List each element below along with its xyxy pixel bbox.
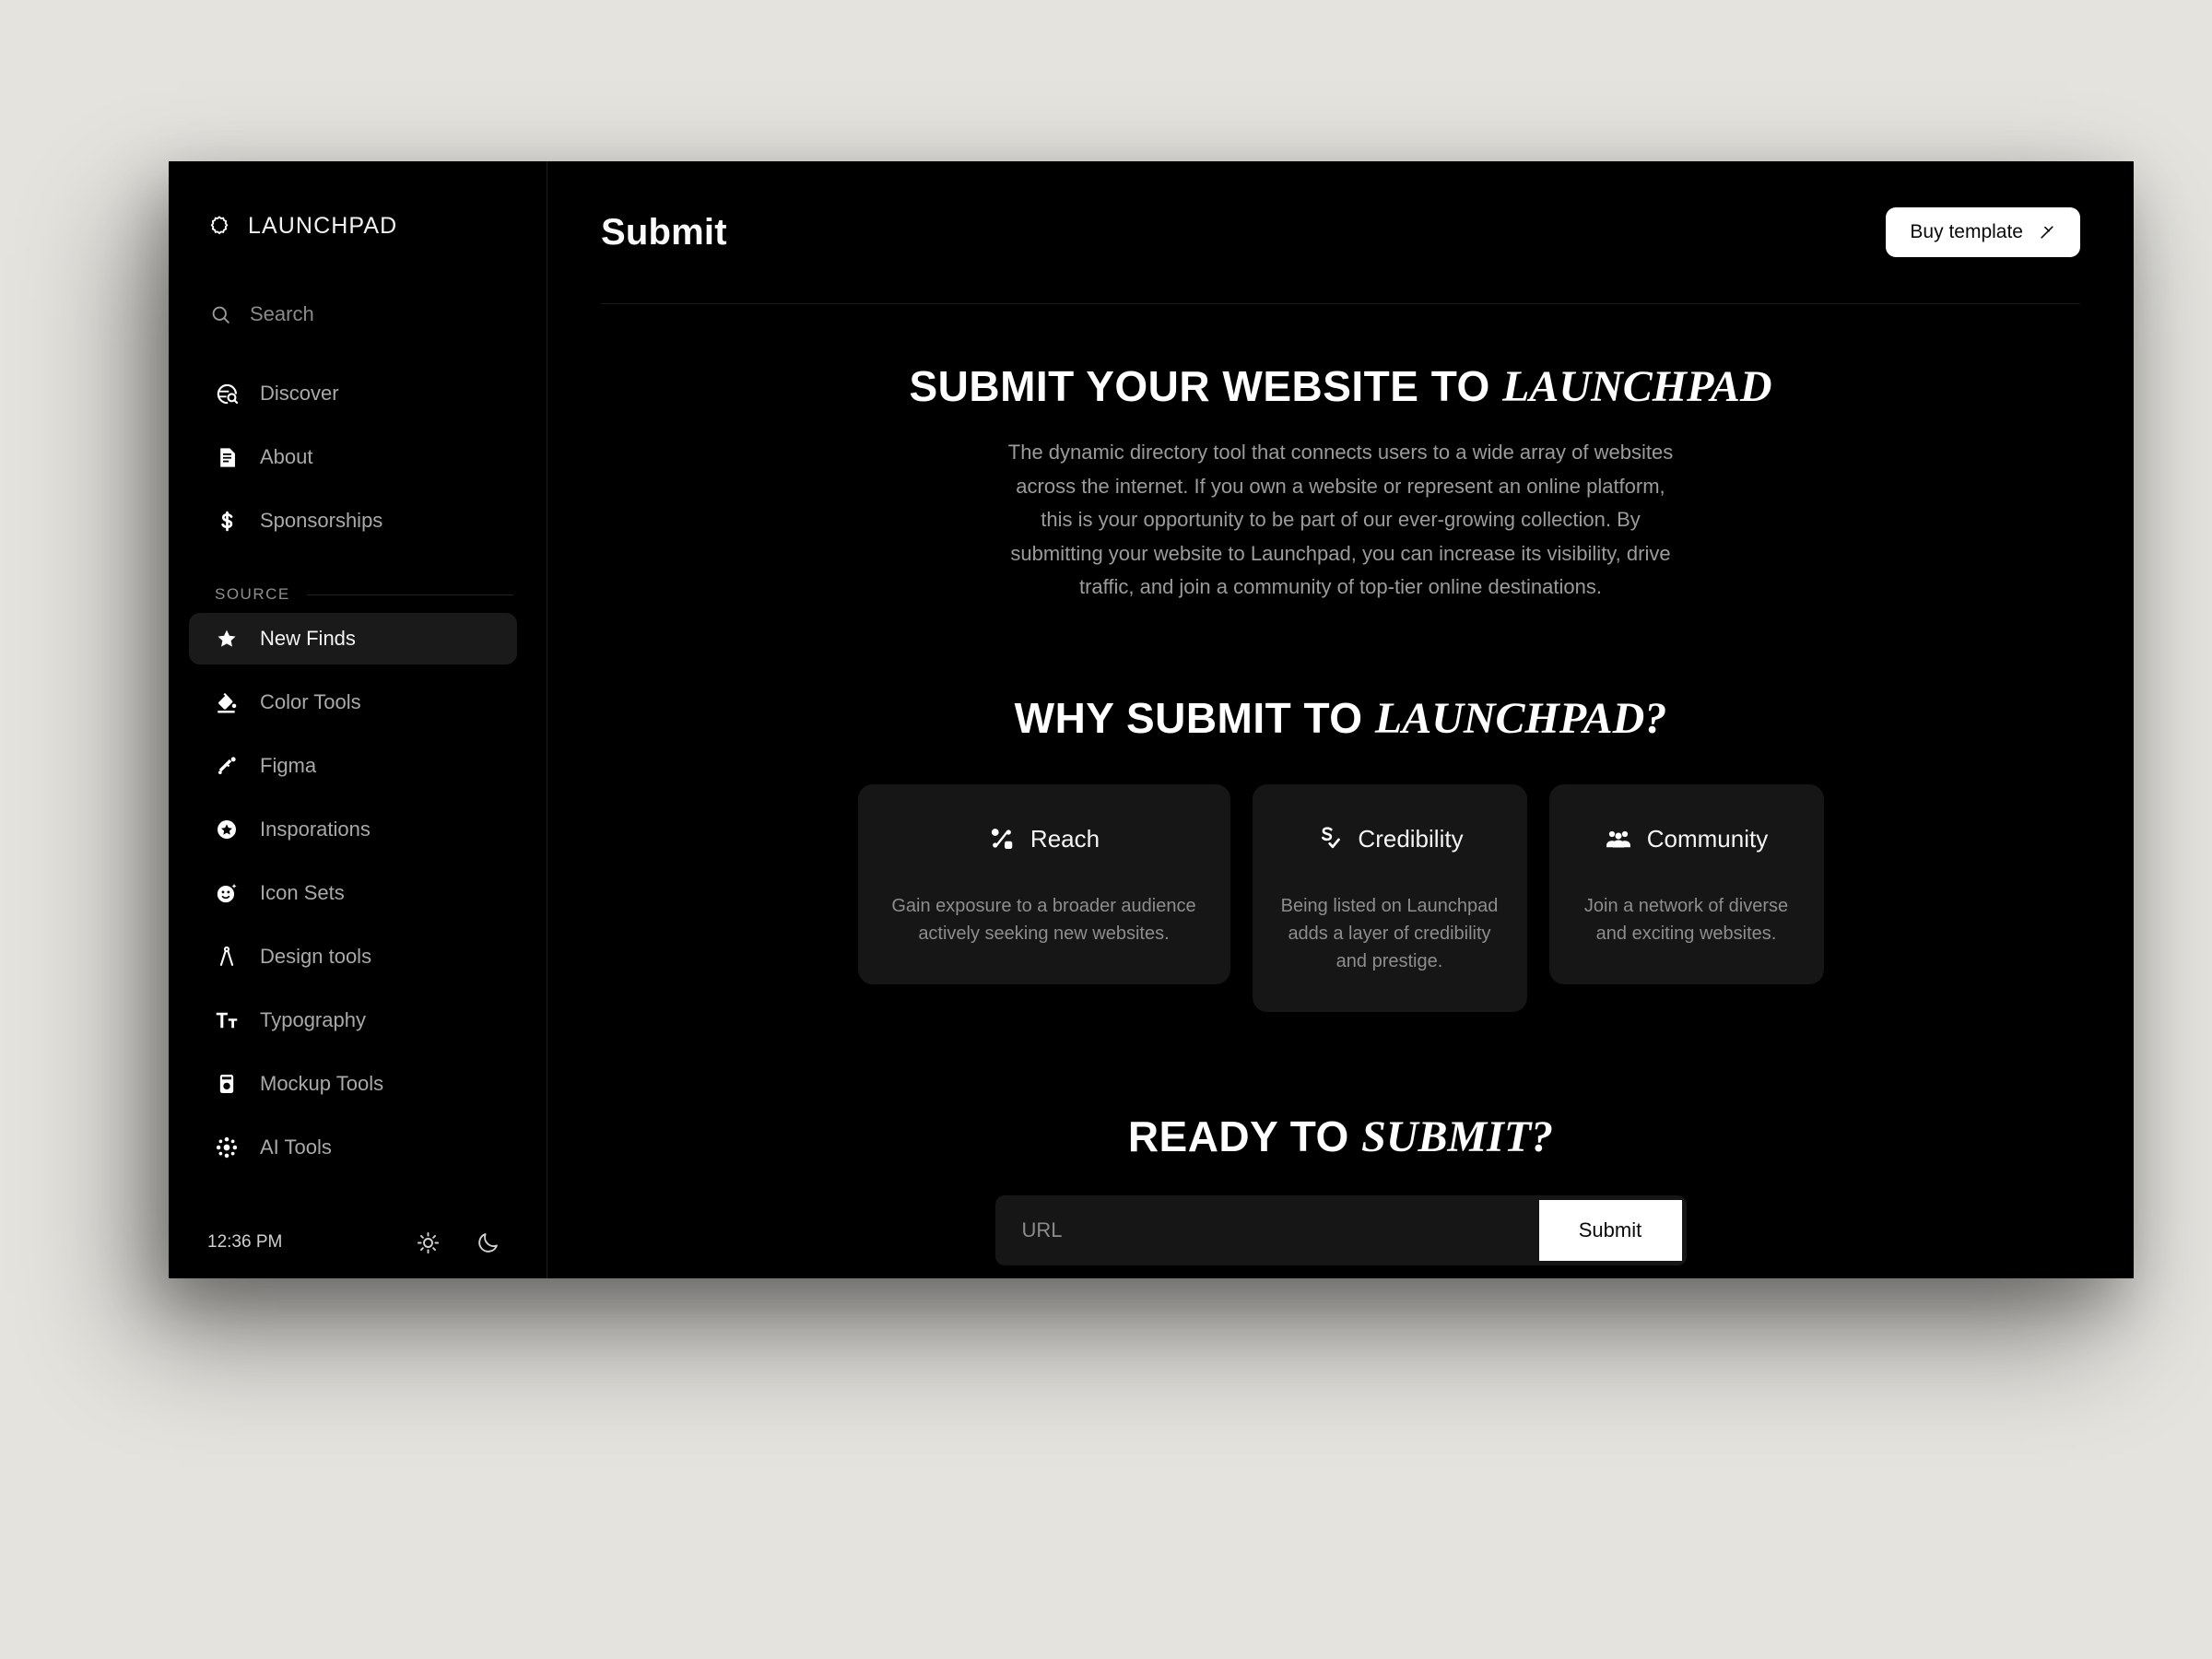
hero-heading-plain: SUBMIT YOUR WEBSITE TO	[909, 362, 1503, 410]
topbar: Submit Buy template	[601, 161, 2080, 304]
sidebar-item-label: Color Tools	[260, 690, 361, 713]
ready-heading-plain: READY TO	[1127, 1112, 1362, 1160]
page-title: Submit	[601, 211, 727, 253]
sidebar-item-label: About	[260, 445, 313, 468]
ready-heading: READY TO SUBMIT?	[1128, 1112, 1553, 1162]
submit-form: Submit	[994, 1194, 1687, 1265]
app-window: LAUNCHPAD Search Discover About Sponsors…	[169, 161, 2134, 1278]
compass-icon	[215, 945, 240, 970]
sidebar-item-discover[interactable]: Discover	[189, 368, 517, 419]
sidebar-item-color-tools[interactable]: Color Tools	[189, 677, 517, 728]
sidebar-item-label: Figma	[260, 754, 317, 777]
primary-nav: Discover About Sponsorships	[169, 368, 547, 547]
dollar-icon	[215, 509, 240, 534]
hero-heading-emphasis: LAUNCHPAD	[1502, 362, 1772, 411]
sidebar-item-label: Design tools	[260, 945, 372, 968]
content-area: SUBMIT YOUR WEBSITE TO LAUNCHPAD The dyn…	[547, 304, 2134, 1265]
sidebar-item-insporations[interactable]: Insporations	[189, 804, 517, 855]
benefit-card-community: Community Join a network of diverse and …	[1548, 783, 1824, 984]
scalloped-badge-icon	[207, 214, 231, 238]
sidebar-item-figma[interactable]: Figma	[189, 740, 517, 792]
search-icon	[209, 303, 232, 326]
globe-search-icon	[215, 382, 240, 406]
clock: 12:36 PM	[207, 1232, 283, 1252]
paint-bucket-icon	[215, 690, 240, 715]
card-header: Community	[1577, 825, 1796, 853]
card-header: Credibility	[1280, 825, 1500, 853]
sidebar-item-label: Icon Sets	[260, 881, 345, 904]
sidebar-item-design-tools[interactable]: Design tools	[189, 931, 517, 982]
source-section-header: SOURCE	[215, 585, 513, 604]
card-body: Join a network of diverse and exciting w…	[1583, 895, 1789, 944]
sparkle-icon	[2038, 223, 2056, 241]
benefit-card-reach: Reach Gain exposure to a broader audienc…	[857, 783, 1230, 984]
sidebar-footer: 12:36 PM	[169, 1206, 547, 1278]
search-placeholder: Search	[250, 302, 314, 325]
hero-heading: SUBMIT YOUR WEBSITE TO LAUNCHPAD	[909, 361, 1771, 412]
star-badge-icon	[215, 818, 240, 842]
sidebar-item-label: Discover	[260, 382, 339, 405]
sidebar-item-label: Insporations	[260, 818, 371, 841]
moon-icon[interactable]	[476, 1230, 500, 1255]
sidebar-item-sponsorships[interactable]: Sponsorships	[189, 495, 517, 547]
buy-template-button[interactable]: Buy template	[1886, 207, 2080, 257]
source-section-title: SOURCE	[215, 585, 290, 603]
benefit-card-list: Reach Gain exposure to a broader audienc…	[857, 783, 1824, 1012]
why-heading: WHY SUBMIT TO LAUNCHPAD?	[1015, 693, 1667, 744]
card-header: Reach	[886, 825, 1203, 853]
brand-name: LAUNCHPAD	[248, 212, 398, 239]
sun-icon[interactable]	[416, 1230, 441, 1255]
verified-check-icon	[1315, 825, 1343, 853]
smiley-sparkle-icon	[215, 881, 240, 906]
card-title: Community	[1646, 824, 1769, 853]
sidebar-item-ai-tools[interactable]: AI Tools	[189, 1122, 517, 1173]
ready-heading-emphasis: SUBMIT?	[1361, 1112, 1554, 1161]
source-nav: New Finds Color Tools Figma Insporations…	[169, 613, 547, 1173]
sidebar-item-label: Mockup Tools	[260, 1072, 384, 1095]
star-icon	[215, 627, 240, 652]
why-heading-plain: WHY SUBMIT TO	[1014, 693, 1375, 742]
sidebar: LAUNCHPAD Search Discover About Sponsors…	[169, 161, 547, 1278]
sidebar-item-typography[interactable]: Typography	[189, 994, 517, 1046]
sidebar-item-new-finds[interactable]: New Finds	[189, 613, 517, 665]
people-group-icon	[1605, 825, 1632, 853]
card-body: Gain exposure to a broader audience acti…	[891, 895, 1196, 944]
figma-icon	[215, 754, 240, 779]
buy-template-label: Buy template	[1910, 221, 2023, 242]
theme-toggle-group	[416, 1230, 500, 1255]
text-size-icon	[215, 1008, 240, 1033]
hero-paragraph: The dynamic directory tool that connects…	[1007, 441, 1674, 598]
sidebar-item-mockup-tools[interactable]: Mockup Tools	[189, 1058, 517, 1110]
why-heading-emphasis: LAUNCHPAD?	[1374, 693, 1667, 743]
ai-nodes-icon	[215, 1135, 240, 1160]
sidebar-item-about[interactable]: About	[189, 431, 517, 483]
section-divider	[306, 594, 513, 595]
brand-logo[interactable]: LAUNCHPAD	[169, 161, 547, 250]
sidebar-item-label: AI Tools	[260, 1135, 332, 1159]
benefit-card-credibility: Credibility Being listed on Launchpad ad…	[1252, 783, 1527, 1012]
card-body: Being listed on Launchpad adds a layer o…	[1280, 895, 1499, 971]
mockup-icon	[215, 1072, 240, 1097]
card-title: Credibility	[1358, 824, 1464, 853]
main-content: Submit Buy template SUBMIT YOUR WEBSITE …	[547, 161, 2134, 1278]
sidebar-item-label: Sponsorships	[260, 509, 383, 532]
submit-button[interactable]: Submit	[1538, 1199, 1682, 1261]
sidebar-item-label: New Finds	[260, 627, 356, 650]
sidebar-item-icon-sets[interactable]: Icon Sets	[189, 867, 517, 919]
search-input[interactable]: Search	[169, 287, 547, 342]
url-input[interactable]	[999, 1199, 1539, 1261]
network-share-icon	[988, 825, 1016, 853]
sidebar-item-label: Typography	[260, 1008, 366, 1031]
card-title: Reach	[1030, 824, 1100, 853]
document-icon	[215, 445, 240, 470]
